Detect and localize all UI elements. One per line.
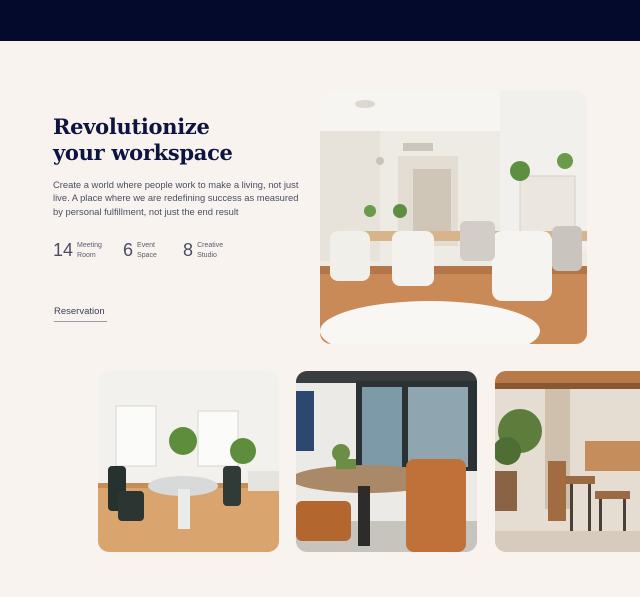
hero-workspace-photo [320, 91, 587, 344]
stat-number: 8 [183, 240, 194, 260]
stat-meeting-room: 14 Meeting Room [53, 240, 111, 261]
conference-room-illustration [296, 371, 477, 552]
meeting-room-photo [98, 371, 279, 552]
hero-title-line1: Revolutionize [53, 114, 210, 139]
hero-title: Revolutionize your workspace [53, 114, 313, 166]
stat-label-line1: Meeting [77, 241, 102, 249]
stat-creative-studio: 8 Creative Studio [183, 240, 231, 261]
cafe-workspace-photo [495, 371, 640, 552]
hero-workspace-illustration [320, 91, 587, 344]
top-navbar [0, 0, 640, 41]
stat-label: Event Space [137, 241, 171, 261]
conference-room-photo [296, 371, 477, 552]
hero-description: Create a world where people work to make… [53, 179, 299, 217]
reservation-link[interactable]: Reservation [54, 306, 107, 322]
hero-title-line2: your workspace [53, 140, 233, 165]
stat-label: Creative Studio [197, 241, 231, 261]
stat-label-line2: Room [77, 251, 96, 259]
stat-label-line2: Studio [197, 251, 217, 259]
stat-label-line2: Space [137, 251, 157, 259]
stat-number: 14 [53, 240, 74, 260]
cafe-workspace-illustration [495, 371, 640, 552]
stat-label-line1: Event [137, 241, 155, 249]
meeting-room-illustration [98, 371, 279, 552]
stats-row: 14 Meeting Room 6 Event Space 8 Creative… [53, 240, 231, 261]
stat-event-space: 6 Event Space [123, 240, 171, 261]
stat-label: Meeting Room [77, 241, 111, 261]
stat-number: 6 [123, 240, 134, 260]
stat-label-line1: Creative [197, 241, 224, 249]
